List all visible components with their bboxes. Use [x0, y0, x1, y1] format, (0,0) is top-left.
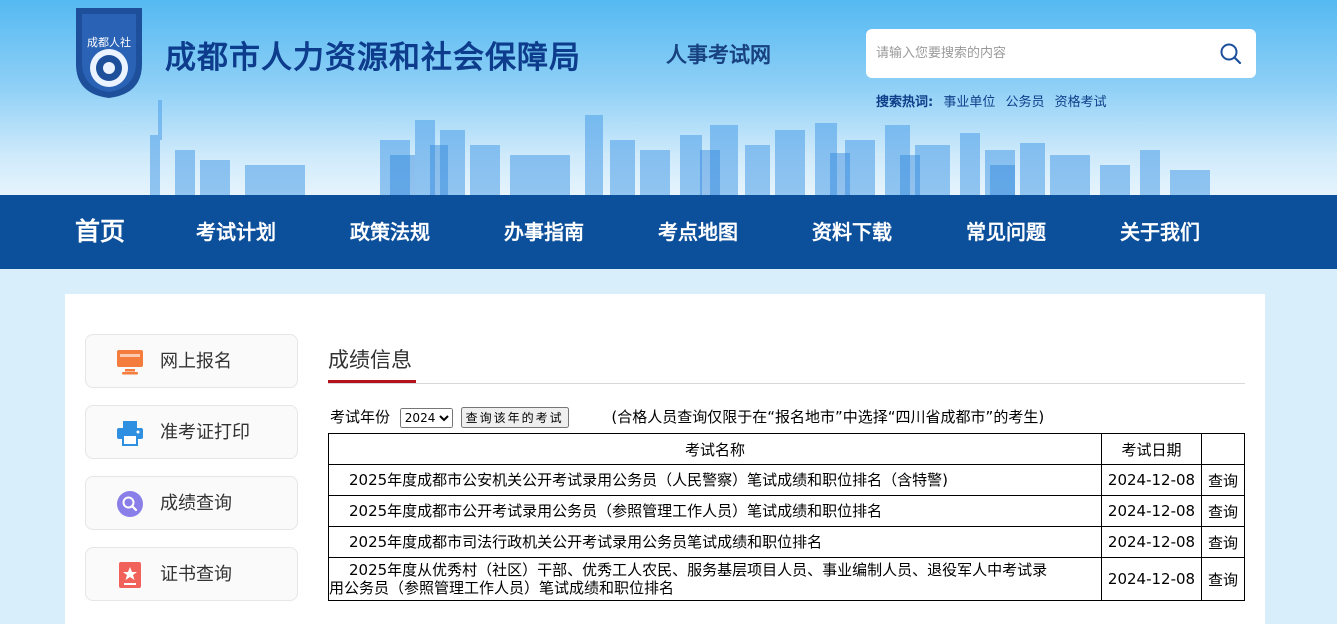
divider: [328, 383, 1245, 384]
sidebar-item-label: 网上报名: [160, 351, 232, 372]
table-row: 2025年度成都市司法行政机关公开考试录用公务员笔试成绩和职位排名 2024-1…: [327, 526, 1245, 558]
search-input[interactable]: [866, 29, 1206, 78]
search-icon: [117, 491, 143, 517]
sidebar-item-label: 准考证打印: [160, 422, 250, 443]
query-link[interactable]: 查询: [1201, 557, 1245, 601]
main-nav: 首页 考试计划 政策法规 办事指南 考点地图 资料下载 常见问题 关于我们: [0, 195, 1337, 269]
site-title: 成都市人力资源和社会保障局: [165, 40, 581, 76]
sidebar-item-online-registration[interactable]: 网上报名: [85, 334, 298, 388]
column-header-date: 考试日期: [1101, 433, 1202, 465]
search-icon[interactable]: [1218, 41, 1244, 67]
exam-name: 2025年度成都市公安机关公开考试录用公务员（人民警察）笔试成绩和职位排名（含特…: [327, 464, 1103, 496]
table-header-row: 考试名称 考试日期: [327, 433, 1245, 465]
year-select[interactable]: 2024: [399, 407, 453, 428]
hot-words-label: 搜索热词:: [876, 95, 934, 110]
year-label: 考试年份: [330, 408, 391, 426]
table-row: 2025年度从优秀村（社区）干部、优秀工人农民、服务基层项目人员、事业编制人员、…: [327, 557, 1245, 601]
nav-faq[interactable]: 常见问题: [966, 195, 1046, 269]
nav-test-site-map[interactable]: 考点地图: [658, 195, 738, 269]
printer-icon: [117, 421, 143, 446]
nav-downloads[interactable]: 资料下载: [812, 195, 892, 269]
query-year-button[interactable]: 查询该年的考试: [460, 407, 569, 428]
column-header-name: 考试名称: [327, 433, 1103, 465]
monitor-icon: [117, 350, 143, 375]
year-filter: 考试年份 2024 查询该年的考试 (合格人员查询仅限于在“报名地市”中选择“四…: [330, 406, 1044, 428]
sidebar-item-label: 证书查询: [160, 564, 232, 585]
nav-policies[interactable]: 政策法规: [350, 195, 430, 269]
exam-name: 2025年度成都市公开考试录用公务员（参照管理工作人员）笔试成绩和职位排名: [327, 495, 1103, 527]
sidebar-item-admission-ticket[interactable]: 准考证打印: [85, 405, 298, 459]
sidebar-item-label: 成绩查询: [160, 493, 232, 514]
content-panel: 网上报名 准考证打印 成绩查询 证书查询 成绩信息 考试年份 2024 查询该年…: [65, 294, 1265, 624]
nav-about[interactable]: 关于我们: [1120, 195, 1200, 269]
section-title: 成绩信息: [328, 348, 412, 372]
header-banner: 成都人社 成都市人力资源和社会保障局 人事考试网 搜索热词: 事业单位 公务员 …: [0, 0, 1337, 195]
column-header-action: [1201, 433, 1245, 465]
exam-name-line: 用公务员（参照管理工作人员）笔试成绩和职位排名: [329, 579, 675, 597]
results-table: 考试名称 考试日期 2025年度成都市公安机关公开考试录用公务员（人民警察）笔试…: [327, 433, 1245, 601]
logo-text: 成都人社: [87, 35, 131, 49]
table-row: 2025年度成都市公安机关公开考试录用公务员（人民警察）笔试成绩和职位排名（含特…: [327, 464, 1245, 496]
query-link[interactable]: 查询: [1201, 526, 1245, 558]
hot-words: 搜索热词: 事业单位 公务员 资格考试: [876, 91, 1113, 110]
search-box: [866, 29, 1256, 78]
query-link[interactable]: 查询: [1201, 495, 1245, 527]
nav-home[interactable]: 首页: [75, 195, 125, 269]
exam-date: 2024-12-08: [1101, 495, 1202, 527]
query-link[interactable]: 查询: [1201, 464, 1245, 496]
exam-name: 2025年度从优秀村（社区）干部、优秀工人农民、服务基层项目人员、事业编制人员、…: [327, 557, 1103, 601]
nav-exam-plan[interactable]: 考试计划: [196, 195, 276, 269]
certificate-icon: [119, 562, 141, 588]
eligibility-note: (合格人员查询仅限于在“报名地市”中选择“四川省成都市”的考生): [611, 408, 1045, 426]
exam-name-line: 2025年度从优秀村（社区）干部、优秀工人农民、服务基层项目人员、事业编制人员、…: [349, 561, 1048, 579]
exam-date: 2024-12-08: [1101, 526, 1202, 558]
table-row: 2025年度成都市公开考试录用公务员（参照管理工作人员）笔试成绩和职位排名 20…: [327, 495, 1245, 527]
site-subtitle: 人事考试网: [666, 43, 771, 67]
hot-word-link[interactable]: 事业单位: [943, 95, 995, 110]
nav-guide[interactable]: 办事指南: [504, 195, 584, 269]
hot-word-link[interactable]: 资格考试: [1055, 95, 1107, 110]
sidebar-item-certificate-query[interactable]: 证书查询: [85, 547, 298, 601]
hot-word-link[interactable]: 公务员: [1006, 95, 1045, 110]
sidebar-item-score-query[interactable]: 成绩查询: [85, 476, 298, 530]
exam-date: 2024-12-08: [1101, 557, 1202, 601]
exam-date: 2024-12-08: [1101, 464, 1202, 496]
bureau-logo: 成都人社: [76, 8, 142, 98]
exam-name: 2025年度成都市司法行政机关公开考试录用公务员笔试成绩和职位排名: [327, 526, 1103, 558]
city-skyline-illustration: [150, 100, 1210, 195]
